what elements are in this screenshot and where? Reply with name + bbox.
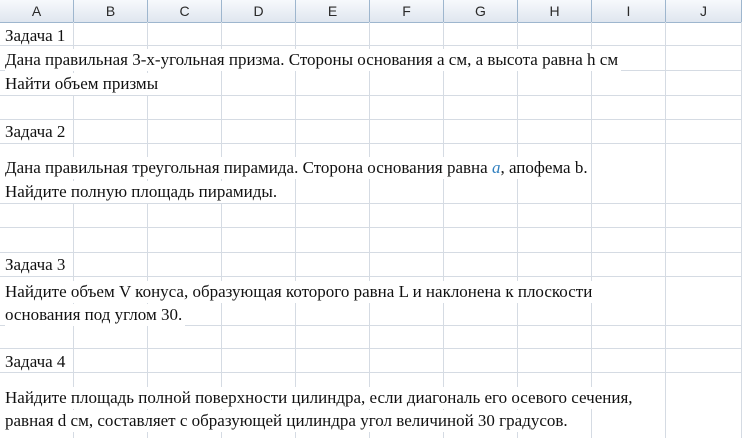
- column-header-g[interactable]: G: [444, 0, 518, 22]
- cell-a2-task1-statement[interactable]: Дана правильная 3-х-угольная призма. Сто…: [5, 49, 622, 71]
- grid-line-vertical: [221, 22, 222, 438]
- cell-a1-task1-title[interactable]: Задача 1: [5, 25, 68, 47]
- grid-line-vertical: [295, 22, 296, 438]
- grid-line-horizontal: [0, 227, 742, 228]
- column-header-a[interactable]: A: [0, 0, 74, 22]
- grid-line-horizontal: [0, 372, 742, 373]
- grid-line-horizontal: [0, 45, 742, 46]
- column-header-j[interactable]: J: [666, 0, 742, 22]
- cell-a11-task3-line1[interactable]: Найдите объем V конуса, образующая котор…: [5, 281, 596, 303]
- grid-line-horizontal: [0, 95, 742, 96]
- column-header-b[interactable]: B: [74, 0, 148, 22]
- spreadsheet: A B C D E F G H I J Задача 1 Дана правил…: [0, 0, 742, 438]
- cell-a3-task1-question[interactable]: Найти объем призмы: [5, 73, 162, 95]
- column-header-f[interactable]: F: [370, 0, 444, 22]
- grid-line-vertical: [517, 22, 518, 438]
- grid-line-vertical: [591, 22, 592, 438]
- grid-line-horizontal: [0, 276, 742, 277]
- column-header-bar: A B C D E F G H I J: [0, 0, 742, 23]
- cell-a6-task2-question[interactable]: Найдите полную площадь пирамиды.: [5, 181, 281, 203]
- column-header-e[interactable]: E: [296, 0, 370, 22]
- column-header-d[interactable]: D: [222, 0, 296, 22]
- column-header-h[interactable]: H: [518, 0, 592, 22]
- task2-statement-part2: , апофема b.: [500, 158, 588, 177]
- cell-a13-task4-title[interactable]: Задача 4: [5, 351, 68, 373]
- cell-a14-task4-line1[interactable]: Найдите площадь полной поверхности цилин…: [5, 387, 636, 409]
- cell-a14-task4-line2[interactable]: равная d см, составляет с образующей цил…: [5, 410, 571, 432]
- cell-a11-task3-line2[interactable]: основания под углом 30.: [5, 304, 186, 326]
- column-header-i[interactable]: I: [592, 0, 666, 22]
- grid-line-vertical: [369, 22, 370, 438]
- column-header-c[interactable]: C: [148, 0, 222, 22]
- task2-statement-part1: Дана правильная треугольная пирамида. Ст…: [5, 158, 492, 177]
- grid-line-horizontal: [0, 143, 742, 144]
- grid-line-vertical: [665, 22, 666, 438]
- grid-line-horizontal: [0, 119, 742, 120]
- grid-line-horizontal: [0, 203, 742, 204]
- grid-line-horizontal: [0, 348, 742, 349]
- cell-a6-task2-statement[interactable]: Дана правильная треугольная пирамида. Ст…: [5, 157, 591, 179]
- cell-a5-task2-title[interactable]: Задача 2: [5, 121, 68, 143]
- cell-a10-task3-title[interactable]: Задача 3: [5, 254, 68, 276]
- grid-line-vertical: [443, 22, 444, 438]
- grid-line-horizontal: [0, 252, 742, 253]
